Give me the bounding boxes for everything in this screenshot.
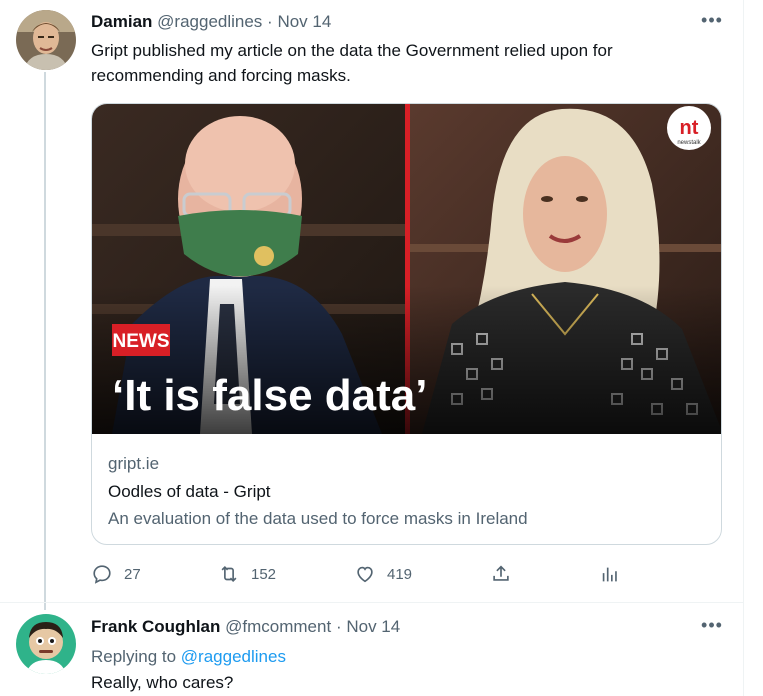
card-domain: gript.ie <box>108 454 160 473</box>
news-badge-text: NEWS <box>113 331 170 352</box>
header-separator: · <box>267 12 273 31</box>
like-count: 419 <box>387 565 413 583</box>
tweet-date-reply[interactable]: Nov 14 <box>346 617 400 636</box>
author-handle-reply[interactable]: @fmcomment <box>225 617 331 636</box>
author-handle[interactable]: @raggedlines <box>157 12 262 31</box>
analytics-button[interactable] <box>599 562 621 586</box>
retweet-icon <box>221 565 237 583</box>
tweet-header: Damian @raggedlines · Nov 14 <box>91 12 331 32</box>
replying-to-prefix: Replying to <box>91 647 177 666</box>
analytics-icon <box>602 567 617 582</box>
reply-tweet-text: Really, who cares? <box>91 673 234 692</box>
avatar-frank[interactable] <box>16 614 76 674</box>
replying-to-handle[interactable]: @raggedlines <box>181 647 286 666</box>
more-options-icon[interactable]: ••• <box>697 11 727 34</box>
link-card[interactable]: nt newstalk NEWS ‘It is false data’ grip… <box>91 103 722 545</box>
tweet-date[interactable]: Nov 14 <box>277 12 331 31</box>
heart-icon <box>357 566 373 583</box>
share-button[interactable] <box>490 562 512 586</box>
card-description: An evaluation of the data used to force … <box>108 509 528 528</box>
share-icon <box>493 565 509 581</box>
tweet-text: Gript published my article on the data t… <box>91 41 613 85</box>
retweet-button[interactable]: 152 <box>218 562 276 586</box>
tweet-divider <box>0 602 743 603</box>
author-name[interactable]: Damian <box>91 12 152 31</box>
author-name-reply[interactable]: Frank Coughlan <box>91 617 220 636</box>
tweet-header-reply: Frank Coughlan @fmcomment · Nov 14 <box>91 617 400 637</box>
more-options-icon-reply[interactable]: ••• <box>697 616 727 639</box>
logo-subtext: newstalk <box>677 140 701 146</box>
reply-count: 27 <box>124 565 141 583</box>
reply-icon <box>93 565 111 584</box>
header-separator-reply: · <box>335 617 342 636</box>
replying-to: Replying to @raggedlines <box>91 647 286 667</box>
image-headline: ‘It is false data’ <box>112 371 427 420</box>
retweet-count: 152 <box>251 565 277 583</box>
logo-text: nt <box>680 117 699 139</box>
card-image: nt newstalk NEWS ‘It is false data’ <box>92 104 721 434</box>
reply-button[interactable]: 27 <box>91 562 141 586</box>
card-title: Oodles of data - Gript <box>108 482 271 501</box>
avatar-damian[interactable] <box>16 10 76 70</box>
thread-connector-line <box>44 72 46 610</box>
timeline-right-border <box>743 0 744 696</box>
like-button[interactable]: 419 <box>354 562 412 586</box>
